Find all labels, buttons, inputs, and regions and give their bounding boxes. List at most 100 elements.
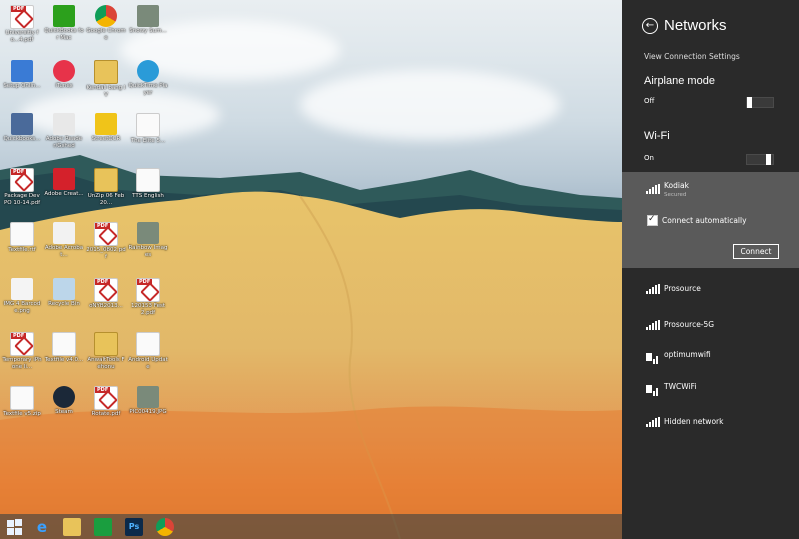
barcode-icon: [11, 278, 33, 300]
desktop-icon[interactable]: QuickTime Player: [128, 60, 168, 96]
network-name: Prosource-5G: [664, 320, 715, 329]
desktop-icon[interactable]: Universitiy fo...4.pdf: [2, 5, 42, 43]
desktop-icon-label: UnZip 06 Feb 20...: [87, 193, 125, 206]
desktop-icon-label: Universitiy fo...4.pdf: [5, 30, 39, 43]
document-icon: [52, 332, 76, 356]
document-icon: [10, 222, 34, 246]
desktop-icon[interactable]: Textfile v5.zip: [2, 386, 42, 418]
store-icon[interactable]: [94, 518, 112, 536]
connect-button[interactable]: Connect: [733, 244, 779, 259]
desktop-icon-label: IMG 4 Barcode.png: [3, 301, 41, 314]
wifi-secured-icon: [646, 382, 658, 396]
network-item[interactable]: Prosource: [622, 282, 799, 300]
chrome-taskbar-icon[interactable]: [156, 518, 174, 536]
start-button[interactable]: [6, 518, 24, 536]
desktop-icon-label: Android Update: [128, 357, 168, 370]
desktop-icon-label: Recycle Bin: [48, 301, 80, 307]
desktop-icon[interactable]: Temporary iPhone li...: [2, 332, 42, 370]
wifi-signal-icon: [646, 320, 660, 330]
adobe-cc-icon: [53, 168, 75, 190]
file-explorer-icon[interactable]: [63, 518, 81, 536]
desktop-icon[interactable]: Adobe Creat...: [44, 168, 84, 198]
desktop-icon-label: Adobe Reader/Gshed: [45, 136, 83, 149]
back-arrow-icon[interactable]: ←: [642, 17, 658, 34]
document-icon: [136, 113, 160, 137]
desktop-icon[interactable]: iTunes: [44, 60, 84, 90]
desktop-icon-label: The Elite 5...: [130, 138, 166, 144]
desktop-icon[interactable]: 2015_0802.pdf: [86, 222, 126, 260]
quicktime-icon: [137, 60, 159, 82]
desktop-icon[interactable]: PIC00419.JPG: [128, 386, 168, 416]
desktop-icon[interactable]: 120153 Fest 2.pdf: [128, 278, 168, 316]
desktop-icon-label: Textfile v5.zip: [3, 411, 41, 417]
network-name: Hidden network: [664, 417, 724, 426]
desktop-icon[interactable]: Package Dev PO 10-14.pdf: [2, 168, 42, 206]
connect-automatically-checkbox[interactable]: [647, 214, 658, 226]
desktop-icon[interactable]: Snowy Sum...: [128, 5, 168, 35]
chrome-icon: [95, 5, 117, 27]
wifi-toggle[interactable]: [746, 154, 774, 165]
desktop-icon[interactable]: oNYB2013...: [86, 278, 126, 310]
desktop-icon[interactable]: Setup Onlin...: [2, 60, 42, 90]
wifi-signal-icon: [646, 184, 660, 194]
wifi-state: On: [644, 154, 654, 162]
desktop-icon[interactable]: Recycle Bin: [44, 278, 84, 308]
desktop-icon-label: Temporary iPhone li...: [2, 357, 42, 370]
network-item[interactable]: Prosource-5G: [622, 318, 799, 336]
desktop-icon[interactable]: The Elite 5...: [128, 113, 168, 145]
desktop-icon[interactable]: QuickBooks for Mac: [44, 5, 84, 41]
desktop-icon-label: Adobe Creat...: [44, 191, 84, 197]
desktop-icon-label: Package Dev PO 10-14.pdf: [3, 193, 41, 206]
folder-icon: [94, 168, 118, 192]
image-icon: [137, 5, 159, 27]
wifi-label: Wi-Fi: [644, 130, 670, 142]
network-item[interactable]: TWCWiFi: [622, 380, 799, 398]
itunes-icon: [53, 60, 75, 82]
desktop-icon[interactable]: UnZip 06 Feb 20...: [86, 168, 126, 206]
desktop-icon[interactable]: Textfile.rtf: [2, 222, 42, 254]
desktop-icon[interactable]: AnwaltTools Fehonu: [86, 332, 126, 370]
desktop-icon[interactable]: Kendali bang IV: [86, 60, 126, 98]
photoshop-icon[interactable]: Ps: [125, 518, 143, 536]
desktop-icon[interactable]: TTS English: [128, 168, 168, 200]
desktop-icon[interactable]: Android Update: [128, 332, 168, 370]
document-icon: [136, 168, 160, 192]
desktop-icon[interactable]: Textfile v4.0...: [44, 332, 84, 364]
desktop-icon-label: 2015_0802.pdf: [86, 247, 126, 260]
internet-explorer-icon[interactable]: e: [33, 518, 51, 536]
network-name: TWCWiFi: [664, 382, 697, 391]
pdf-icon: [94, 386, 118, 410]
pdf-icon: [136, 278, 160, 302]
pdf-icon: [10, 168, 34, 192]
folder-icon: [94, 332, 118, 356]
desktop-icon-label: Snowy Sum...: [129, 28, 167, 34]
desktop-icon[interactable]: Adobe Acrobat...: [44, 222, 84, 258]
desktop-icon[interactable]: Quickbooks...: [2, 113, 42, 143]
desktop-icon[interactable]: StreetOCR: [86, 113, 126, 143]
desktop-icon[interactable]: Google Chrome: [86, 5, 126, 41]
network-name: Kodiak: [664, 181, 689, 190]
pdf-icon: [94, 222, 118, 246]
adobe-reader-icon: [53, 113, 75, 135]
desktop-icon[interactable]: Rotate.pdf: [86, 386, 126, 418]
image-icon: [137, 222, 159, 244]
network-item[interactable]: optimumwifi: [622, 348, 799, 366]
desktop-icon[interactable]: Steam: [44, 386, 84, 416]
airplane-mode-toggle[interactable]: [746, 97, 774, 108]
desktop-icon-label: QuickBooks for Mac: [44, 28, 84, 41]
connect-automatically-label: Connect automatically: [662, 216, 747, 225]
pdf-icon: [10, 5, 34, 29]
wifi-signal-icon: [646, 284, 660, 294]
view-connection-settings-link[interactable]: View Connection Settings: [644, 52, 740, 61]
desktop-icon[interactable]: Rainbow Images: [128, 222, 168, 258]
network-item[interactable]: Hidden network: [622, 415, 799, 433]
desktop-icon-label: PIC00419.JPG: [129, 409, 167, 415]
panel-title: Networks: [664, 17, 727, 34]
network-name: optimumwifi: [664, 350, 711, 359]
desktop-icon-label: Adobe Acrobat...: [44, 245, 84, 258]
desktop-icon-label: Textfile.rtf: [8, 247, 36, 253]
desktop-icon[interactable]: IMG 4 Barcode.png: [2, 278, 42, 314]
desktop-icon-label: Quickbooks...: [3, 136, 41, 142]
desktop-icon[interactable]: Adobe Reader/Gshed: [44, 113, 84, 149]
wifi-signal-icon: [646, 417, 660, 427]
